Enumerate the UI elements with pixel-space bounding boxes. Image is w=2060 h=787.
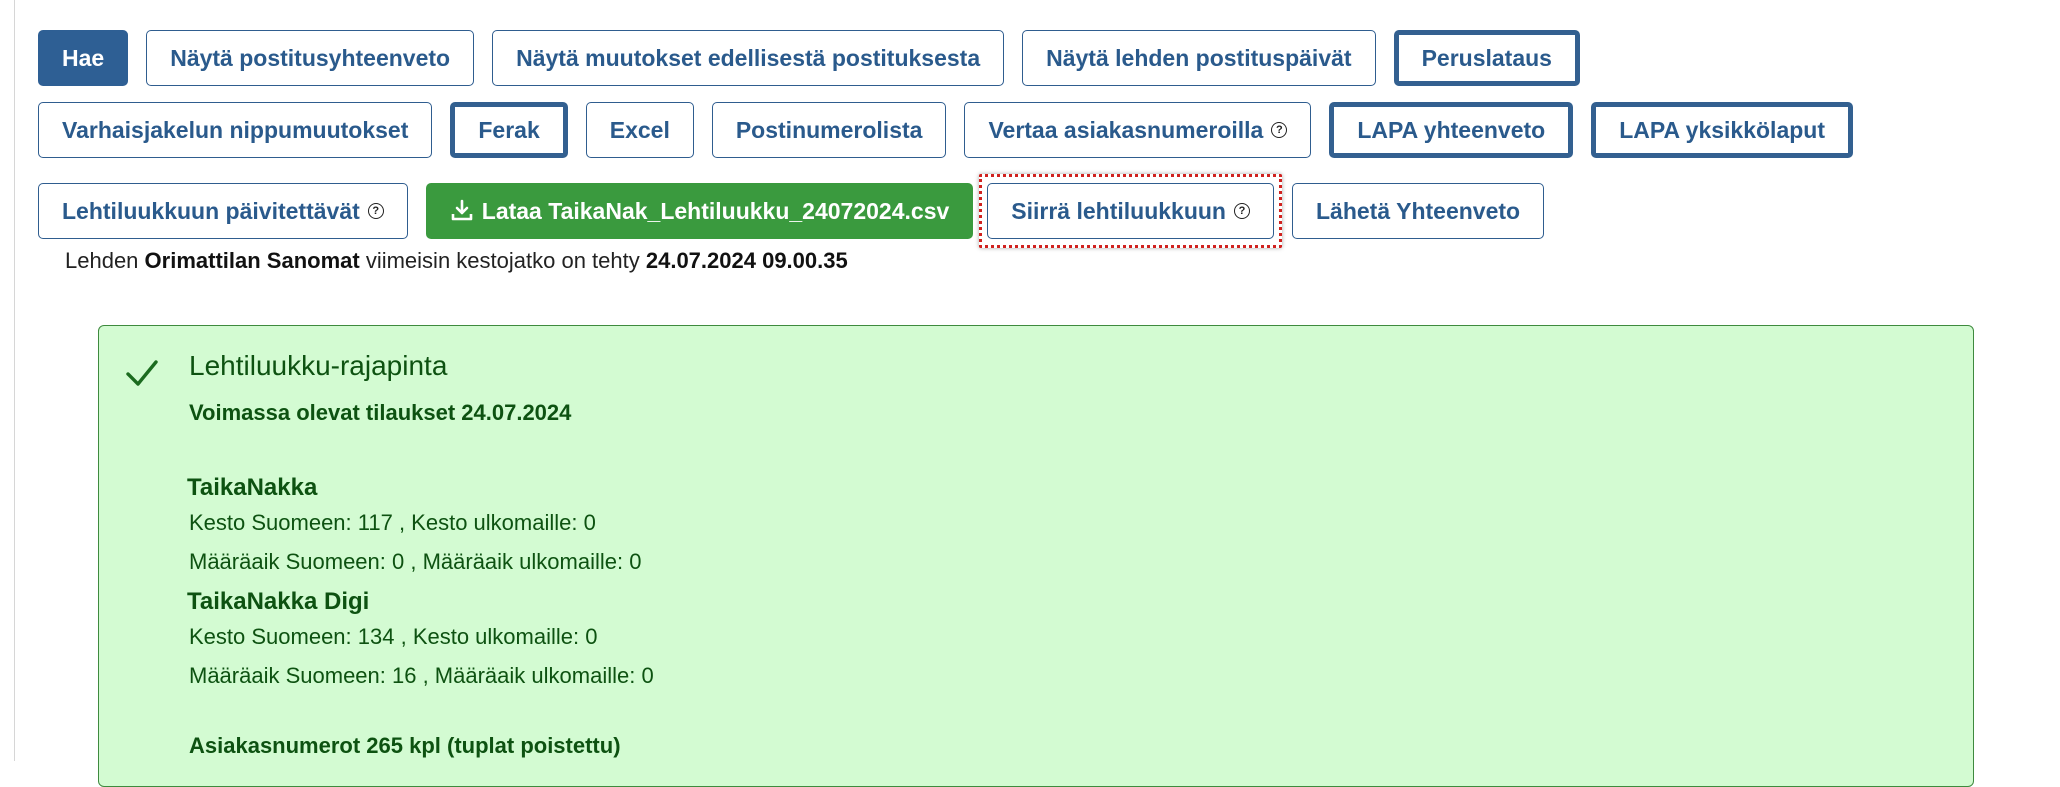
show-changes-button[interactable]: Näytä muutokset edellisestä postituksest…	[492, 30, 1005, 86]
search-button[interactable]: Hae	[38, 30, 129, 86]
customer-numbers-summary: Asiakasnumerot 265 kpl (tuplat poistettu…	[189, 733, 621, 758]
compare-customer-numbers-label: Vertaa asiakasnumeroilla	[988, 116, 1264, 143]
panel-content: Lehtiluukku-rajapinta Voimassa olevat ti…	[187, 350, 654, 759]
ferak-button[interactable]: Ferak	[450, 102, 568, 158]
last-renewal-info: Lehden Orimattilan Sanomat viimeisin kes…	[65, 248, 848, 274]
page-left-border	[14, 0, 15, 761]
lehtiluukku-success-panel: Lehtiluukku-rajapinta Voimassa olevat ti…	[98, 325, 1974, 787]
product-maaraaik-line: Määräaik Suomeen: 0 , Määräaik ulkomaill…	[189, 549, 642, 574]
show-postal-summary-button[interactable]: Näytä postitusyhteenveto	[146, 30, 475, 86]
toolbar-row-1: Hae Näytä postitusyhteenveto Näytä muuto…	[38, 30, 1998, 86]
help-icon: ?	[367, 203, 384, 219]
highlight-frame: Siirrä lehtiluukkuun ?	[979, 174, 1282, 248]
paper-name: Orimattilan Sanomat	[144, 248, 360, 273]
product-kesto-line: Kesto Suomeen: 134 , Kesto ulkomaille: 0	[189, 624, 598, 649]
download-csv-button[interactable]: Lataa TaikaNak_Lehtiluukku_24072024.csv	[425, 183, 974, 239]
product-kesto-line: Kesto Suomeen: 117 , Kesto ulkomaille: 0	[189, 510, 596, 535]
product-name: TaikaNakka Digi	[187, 588, 370, 615]
help-icon: ?	[1271, 122, 1288, 138]
panel-title: Lehtiluukku-rajapinta	[189, 350, 448, 381]
lehtiluukku-updates-button[interactable]: Lehtiluukkuun päivitettävät ?	[38, 183, 408, 239]
download-csv-label: Lataa TaikaNak_Lehtiluukku_24072024.csv	[481, 197, 950, 224]
info-middle: viimeisin kestojatko on tehty	[365, 248, 640, 273]
active-subscriptions-heading: Voimassa olevat tilaukset 24.07.2024	[189, 400, 572, 425]
early-delivery-bundle-button[interactable]: Varhaisjakelun nippumuutokset	[38, 102, 433, 158]
product-name: TaikaNakka	[187, 474, 318, 501]
base-load-button[interactable]: Peruslataus	[1393, 30, 1580, 86]
toolbar-row-2: Varhaisjakelun nippumuutokset Ferak Exce…	[38, 102, 1998, 158]
renewal-datetime: 24.07.2024 09.00.35	[645, 248, 848, 273]
compare-customer-numbers-button[interactable]: Vertaa asiakasnumeroilla ?	[964, 102, 1312, 158]
excel-button[interactable]: Excel	[585, 102, 694, 158]
show-posting-days-button[interactable]: Näytä lehden postituspäivät	[1022, 30, 1376, 86]
info-prefix: Lehden	[65, 248, 139, 273]
send-summary-button[interactable]: Lähetä Yhteenveto	[1292, 183, 1545, 239]
help-icon: ?	[1234, 203, 1250, 219]
checkmark-icon	[126, 360, 158, 386]
move-to-lehtiluukku-label: Siirrä lehtiluukkuun	[1011, 197, 1226, 224]
action-toolbar: Hae Näytä postitusyhteenveto Näytä muuto…	[38, 30, 1998, 264]
product-maaraaik-line: Määräaik Suomeen: 16 , Määräaik ulkomail…	[189, 663, 654, 688]
toolbar-row-3: Lehtiluukkuun päivitettävät ? Lataa Taik…	[38, 174, 1998, 248]
lehtiluukku-updates-label: Lehtiluukkuun päivitettävät	[62, 197, 360, 224]
move-to-lehtiluukku-button[interactable]: Siirrä lehtiluukkuun ?	[987, 183, 1274, 239]
postal-code-list-button[interactable]: Postinumerolista	[711, 102, 947, 158]
lapa-unit-labels-button[interactable]: LAPA yksikkölaput	[1591, 102, 1853, 158]
download-icon	[451, 199, 473, 221]
lapa-summary-button[interactable]: LAPA yhteenveto	[1329, 102, 1574, 158]
